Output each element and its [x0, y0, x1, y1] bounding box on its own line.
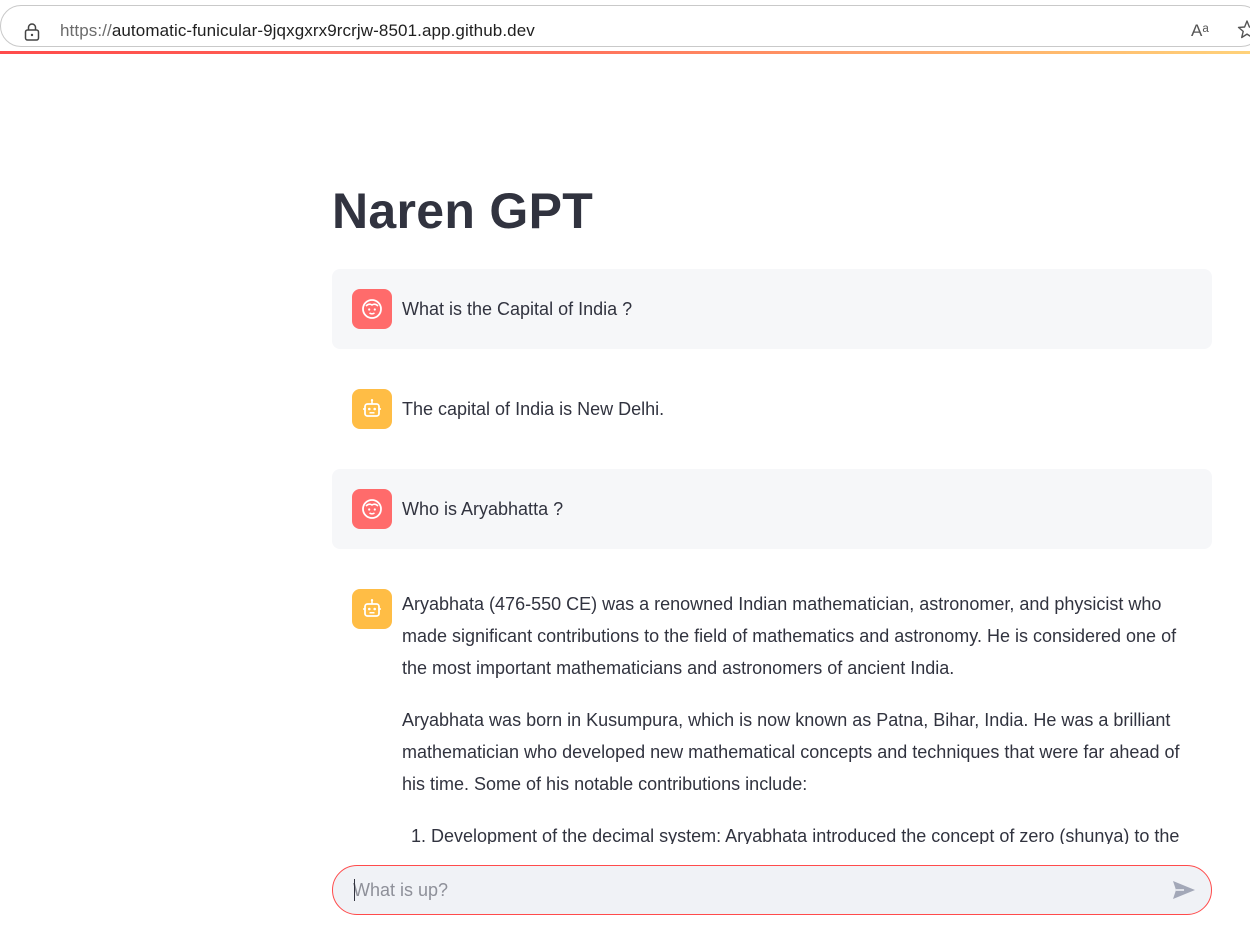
- url-text[interactable]: https://automatic-funicular-9jqxgxrx9rcr…: [60, 21, 535, 41]
- assistant-avatar: [352, 589, 392, 629]
- user-face-icon: [362, 499, 382, 519]
- chat-input-container: [0, 844, 1250, 949]
- message-text: What is the Capital of India ?: [402, 299, 633, 319]
- url-scheme: https://: [60, 21, 112, 40]
- user-face-icon: [362, 299, 382, 319]
- user-avatar: [352, 489, 392, 529]
- message-markdown: Aryabhata (476-550 CE) was a renowned In…: [402, 588, 1196, 844]
- app-decoration-bar: [0, 51, 1250, 54]
- text-caret: [354, 879, 355, 901]
- chat-message-user: What is the Capital of India ?: [332, 269, 1212, 349]
- send-icon[interactable]: [1171, 878, 1197, 902]
- assistant-avatar: [352, 389, 392, 429]
- chat-input-box[interactable]: [332, 865, 1212, 915]
- chat-input[interactable]: [353, 866, 1153, 914]
- chat-message-assistant: The capital of India is New Delhi.: [332, 369, 1212, 449]
- message-paragraph: Aryabhata (476-550 CE) was a renowned In…: [402, 594, 1177, 678]
- message-paragraph: Aryabhata was born in Kusumpura, which i…: [402, 710, 1180, 794]
- chat-message-user: Who is Aryabhatta ?: [332, 469, 1212, 549]
- url-host: automatic-funicular-9jqxgxrx9rcrjw-8501.…: [111, 21, 535, 40]
- robot-icon: [363, 399, 381, 417]
- address-bar[interactable]: https://automatic-funicular-9jqxgxrx9rcr…: [0, 5, 1250, 47]
- list-item: Development of the decimal system: Aryab…: [431, 820, 1196, 844]
- message-text: Who is Aryabhatta ?: [402, 499, 564, 519]
- read-aloud-icon[interactable]: Aᵃ: [1191, 21, 1215, 43]
- chat-message-assistant: Aryabhata (476-550 CE) was a renowned In…: [332, 569, 1212, 844]
- message-text: The capital of India is New Delhi.: [402, 399, 665, 419]
- contribution-list: Development of the decimal system: Aryab…: [402, 820, 1196, 844]
- user-avatar: [352, 289, 392, 329]
- favorite-star-icon[interactable]: [1237, 19, 1250, 41]
- lock-icon[interactable]: [23, 22, 41, 42]
- robot-icon: [363, 599, 381, 617]
- browser-toolbar: https://automatic-funicular-9jqxgxrx9rcr…: [0, 0, 1250, 52]
- page-title: Naren GPT: [332, 183, 594, 239]
